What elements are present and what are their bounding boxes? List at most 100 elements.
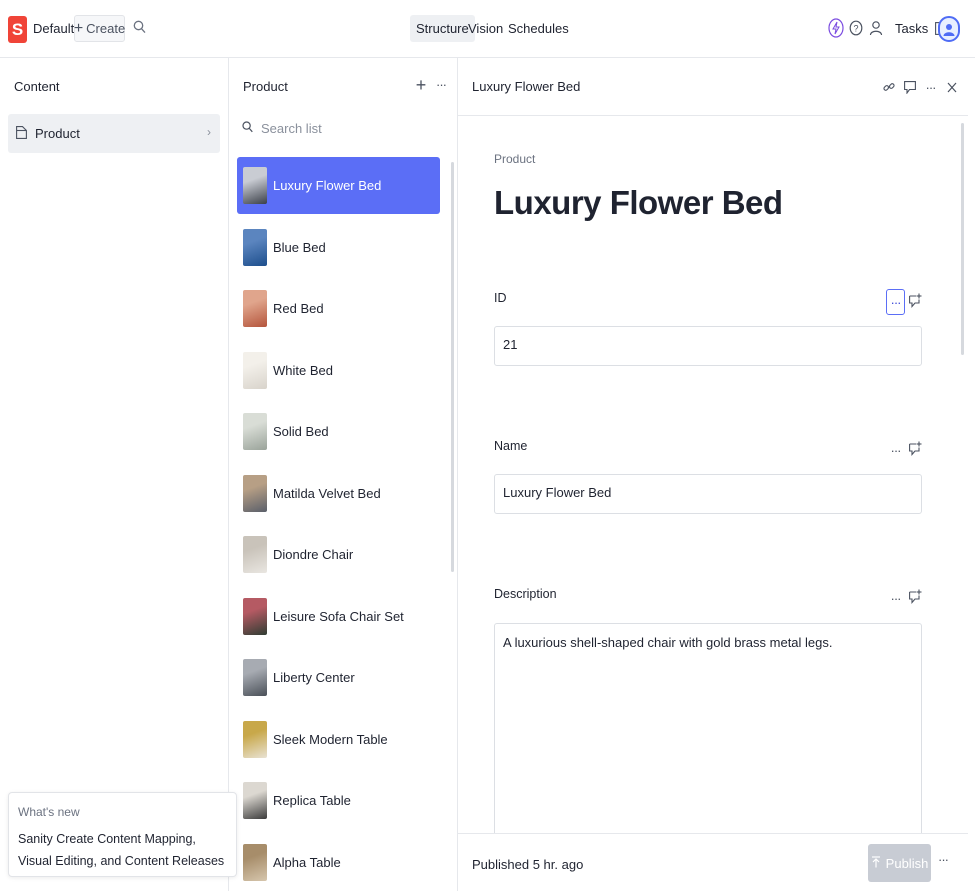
list-item[interactable]: Diondre Chair: [237, 526, 440, 583]
add-comment-icon[interactable]: [909, 589, 922, 607]
folder-icon: [16, 126, 27, 142]
list-item-title: Luxury Flower Bed: [273, 178, 382, 193]
document-header-divider: [458, 115, 968, 116]
chevron-right-icon: ›: [207, 125, 211, 139]
whats-new-heading: What's new: [18, 805, 80, 819]
field-actions-id: ···: [886, 289, 922, 315]
list-item-title: Replica Table: [273, 793, 351, 808]
product-thumbnail: [243, 659, 267, 696]
product-thumbnail: [243, 843, 267, 881]
document-header-title: Luxury Flower Bed: [472, 79, 581, 94]
document-pane: Luxury Flower Bed ··· Product Luxury Flo…: [458, 58, 975, 891]
list-item[interactable]: Replica Table: [237, 772, 440, 829]
search-icon[interactable]: [133, 20, 147, 36]
field-actions-name: ···: [886, 437, 922, 463]
whats-new-card[interactable]: What's new Sanity Create Content Mapping…: [8, 792, 237, 877]
list-item[interactable]: Matilda Velvet Bed: [237, 465, 440, 522]
publish-status[interactable]: Published 5 hr. ago: [472, 857, 583, 872]
field-label-name: Name: [494, 439, 528, 453]
id-field[interactable]: 21: [494, 326, 922, 366]
tab-schedules[interactable]: Schedules: [502, 15, 575, 42]
product-thumbnail: [243, 167, 267, 204]
help-icon[interactable]: ?: [846, 17, 866, 39]
product-list: Luxury Flower Bed Blue Bed Red Bed White Be…: [237, 157, 440, 891]
document-footer: Published 5 hr. ago Publish ···: [458, 833, 968, 891]
list-item[interactable]: White Bed: [237, 342, 440, 399]
product-thumbnail: [243, 782, 267, 819]
list-item-title: Liberty Center: [273, 670, 355, 685]
top-bar: S Default + Create Structure Vision Sche…: [0, 0, 975, 58]
add-comment-icon[interactable]: [909, 293, 922, 311]
list-item-title: Solid Bed: [273, 424, 329, 439]
create-label: Create: [86, 21, 126, 36]
list-item-title: Red Bed: [273, 301, 324, 316]
document-header-actions: ···: [878, 78, 962, 96]
user-icon[interactable]: [866, 17, 886, 39]
more-options-icon[interactable]: ···: [938, 852, 949, 867]
product-thumbnail: [243, 597, 267, 635]
lightning-icon[interactable]: [826, 17, 846, 39]
search-list-input[interactable]: Search list: [261, 121, 322, 136]
add-document-icon[interactable]: +: [412, 76, 430, 94]
close-icon[interactable]: [941, 78, 962, 96]
list-item-title: Sleek Modern Table: [273, 731, 388, 747]
list-item[interactable]: Blue Bed: [237, 219, 440, 276]
svg-text:?: ?: [853, 24, 858, 34]
content-pane-title: Content: [14, 79, 60, 94]
whats-new-body: Sanity Create Content Mapping, Visual Ed…: [18, 832, 225, 868]
sanity-logo[interactable]: S: [8, 16, 27, 43]
field-actions-description: ···: [886, 585, 922, 611]
publish-button[interactable]: Publish: [868, 844, 931, 882]
field-more-button[interactable]: ···: [886, 437, 905, 463]
product-thumbnail: [243, 536, 267, 573]
product-pane: Product + ··· Search list Luxury Flower …: [229, 58, 458, 891]
field-more-button[interactable]: ···: [886, 585, 905, 611]
list-item-title: White Bed: [273, 362, 333, 378]
create-button[interactable]: + Create: [74, 15, 125, 42]
list-item[interactable]: Liberty Center: [237, 649, 440, 706]
product-thumbnail: [243, 413, 267, 450]
list-search[interactable]: Search list: [242, 121, 322, 136]
document-title: Luxury Flower Bed: [494, 184, 783, 221]
publish-label: Publish: [885, 855, 929, 871]
list-item-title: Blue Bed: [273, 239, 326, 255]
name-field[interactable]: Luxury Flower Bed: [494, 474, 922, 514]
list-item[interactable]: Leisure Sofa Chair Set: [237, 588, 440, 645]
search-icon: [242, 121, 253, 136]
list-item-title: Leisure Sofa Chair Set: [273, 608, 404, 624]
list-item-title: Matilda Velvet Bed: [273, 485, 381, 501]
content-item-product[interactable]: Product ›: [8, 114, 220, 153]
workspace-name[interactable]: Default: [33, 21, 74, 36]
product-pane-title: Product: [243, 79, 288, 94]
list-item[interactable]: Sleek Modern Table: [237, 711, 440, 768]
product-thumbnail: [243, 720, 267, 758]
list-item[interactable]: Luxury Flower Bed: [237, 157, 440, 214]
description-field[interactable]: A luxurious shell-shaped chair with gold…: [494, 623, 922, 838]
publish-icon: [871, 855, 881, 871]
product-pane-actions: + ···: [412, 76, 447, 94]
content-pane: Content Product ›: [0, 58, 229, 891]
product-thumbnail: [243, 290, 267, 327]
field-more-button[interactable]: ···: [886, 289, 905, 315]
document-type-label: Product: [494, 152, 536, 166]
add-comment-icon[interactable]: [909, 441, 922, 459]
product-thumbnail: [243, 228, 267, 266]
link-icon[interactable]: [878, 78, 899, 96]
product-list-scrollbar[interactable]: [451, 162, 454, 572]
tasks-label: Tasks: [895, 21, 929, 36]
list-item[interactable]: Red Bed: [237, 280, 440, 337]
list-item[interactable]: Alpha Table: [237, 834, 440, 891]
list-item[interactable]: Solid Bed: [237, 403, 440, 460]
list-item-title: Alpha Table: [273, 854, 341, 870]
field-label-id: ID: [494, 291, 507, 305]
content-item-label: Product: [35, 126, 80, 141]
comment-icon[interactable]: [899, 78, 920, 96]
plus-icon: +: [73, 19, 84, 37]
user-avatar[interactable]: [938, 16, 960, 42]
product-thumbnail: [243, 474, 267, 512]
more-options-icon[interactable]: ···: [920, 78, 941, 96]
product-thumbnail: [243, 351, 267, 389]
more-options-icon[interactable]: ···: [436, 78, 447, 92]
document-scrollbar[interactable]: [961, 123, 964, 355]
list-item-title: Diondre Chair: [273, 547, 354, 562]
